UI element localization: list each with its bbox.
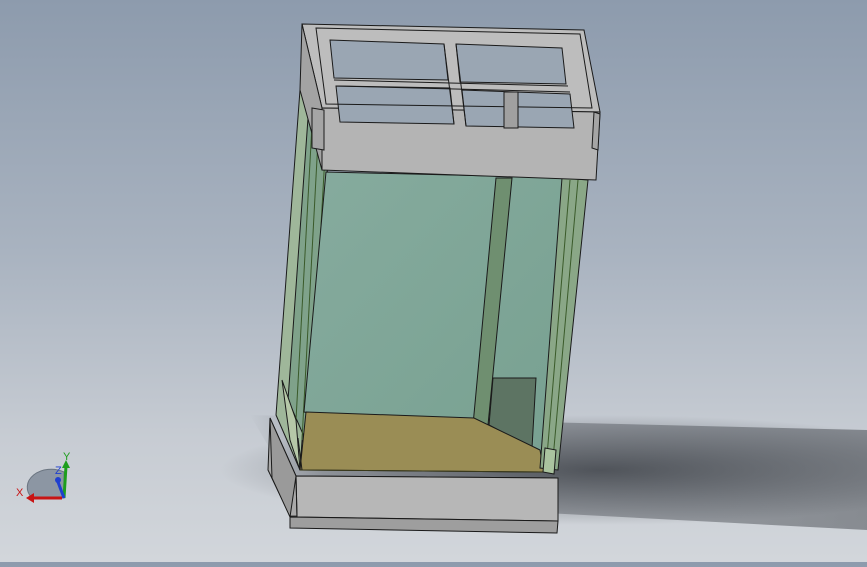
booth-model[interactable] (0, 0, 867, 562)
graphics-viewport[interactable]: X Y Z (0, 0, 867, 562)
roof-frame[interactable] (299, 23, 601, 181)
